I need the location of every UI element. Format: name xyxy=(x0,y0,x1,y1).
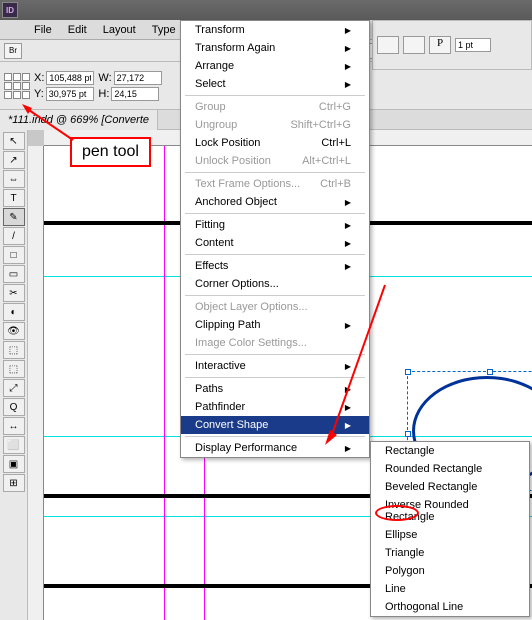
submenu-item-line[interactable]: Line xyxy=(371,580,529,598)
menu-layout[interactable]: Layout xyxy=(95,20,144,40)
submenu-arrow-icon: ▶ xyxy=(345,221,351,230)
menu-separator xyxy=(185,254,365,255)
menu-item-effects[interactable]: Effects▶ xyxy=(181,257,369,275)
menu-item-text-frame-options-: Text Frame Options...Ctrl+B xyxy=(181,175,369,193)
menu-item-unlock-position: Unlock PositionAlt+Ctrl+L xyxy=(181,152,369,170)
rectangle-frame-tool[interactable]: □ xyxy=(3,246,25,264)
menu-file[interactable]: File xyxy=(26,20,60,40)
convert-shape-submenu: RectangleRounded RectangleBeveled Rectan… xyxy=(370,441,530,617)
menu-item-arrange[interactable]: Arrange▶ xyxy=(181,57,369,75)
swap-fill[interactable]: ▣ xyxy=(3,455,25,473)
y-label: Y: xyxy=(34,88,44,100)
menu-type[interactable]: Type xyxy=(144,20,184,40)
view-mode[interactable]: ⊞ xyxy=(3,474,25,492)
submenu-arrow-icon: ▶ xyxy=(345,26,351,35)
submenu-arrow-icon: ▶ xyxy=(345,198,351,207)
submenu-item-orthogonal-line[interactable]: Orthogonal Line xyxy=(371,598,529,616)
annotation-ellipse-circle xyxy=(375,505,419,521)
rectangle-tool[interactable]: ▭ xyxy=(3,265,25,283)
title-bar: ID xyxy=(0,0,532,20)
fill-swatch[interactable] xyxy=(377,36,399,54)
fill-stroke[interactable]: ↔ xyxy=(3,417,25,435)
menu-item-transform[interactable]: Transform▶ xyxy=(181,21,369,39)
gradient-tool[interactable]: ◐ xyxy=(3,303,25,321)
submenu-item-polygon[interactable]: Polygon xyxy=(371,562,529,580)
bridge-icon[interactable]: Br xyxy=(4,43,22,59)
menu-item-select[interactable]: Select▶ xyxy=(181,75,369,93)
submenu-arrow-icon: ▶ xyxy=(345,239,351,248)
x-input[interactable] xyxy=(46,71,94,85)
eyedropper-tool[interactable]: ⬚ xyxy=(3,341,25,359)
direct-selection-tool[interactable]: ↗ xyxy=(3,151,25,169)
note-tool[interactable]: 👁 xyxy=(3,322,25,340)
stroke-swatch[interactable] xyxy=(403,36,425,54)
ruler-vertical[interactable] xyxy=(28,146,44,620)
h-input[interactable] xyxy=(111,87,159,101)
menu-separator xyxy=(185,95,365,96)
submenu-item-triangle[interactable]: Triangle xyxy=(371,544,529,562)
annotation-pen-tool: pen tool xyxy=(70,137,151,167)
menu-item-transform-again[interactable]: Transform Again▶ xyxy=(181,39,369,57)
w-label: W: xyxy=(98,72,111,84)
para-style-icon[interactable]: P xyxy=(429,36,451,54)
menu-item-content[interactable]: Content▶ xyxy=(181,234,369,252)
menu-edit[interactable]: Edit xyxy=(60,20,95,40)
reference-point[interactable] xyxy=(4,73,30,99)
pen-tool[interactable]: ✎ xyxy=(3,208,25,226)
right-panel: P xyxy=(372,20,532,70)
submenu-item-ellipse[interactable]: Ellipse xyxy=(371,526,529,544)
submenu-arrow-icon: ▶ xyxy=(345,80,351,89)
arrow-to-pen-tool xyxy=(18,100,78,145)
submenu-item-rounded-rectangle[interactable]: Rounded Rectangle xyxy=(371,460,529,478)
y-input[interactable] xyxy=(46,87,94,101)
hand-tool[interactable]: ⤢ xyxy=(3,379,25,397)
toolbox: ↖↗⇔T✎/□▭✂◐👁⬚⬚⤢Q↔⬜▣⊞ xyxy=(0,130,28,620)
menu-item-ungroup: UngroupShift+Ctrl+G xyxy=(181,116,369,134)
x-label: X: xyxy=(34,72,44,84)
guide[interactable] xyxy=(164,146,165,620)
h-label: H: xyxy=(98,88,109,100)
menu-item-group: GroupCtrl+G xyxy=(181,98,369,116)
gap-tool[interactable]: ⇔ xyxy=(3,170,25,188)
w-input[interactable] xyxy=(114,71,162,85)
measure-tool[interactable]: ⬚ xyxy=(3,360,25,378)
line-tool[interactable]: / xyxy=(3,227,25,245)
arrow-to-convert-shape xyxy=(310,280,390,450)
menu-item-fitting[interactable]: Fitting▶ xyxy=(181,216,369,234)
submenu-arrow-icon: ▶ xyxy=(345,262,351,271)
menu-item-lock-position[interactable]: Lock PositionCtrl+L xyxy=(181,134,369,152)
scissors-tool[interactable]: ✂ xyxy=(3,284,25,302)
submenu-item-rectangle[interactable]: Rectangle xyxy=(371,442,529,460)
default-fill[interactable]: ⬜ xyxy=(3,436,25,454)
type-tool[interactable]: T xyxy=(3,189,25,207)
submenu-arrow-icon: ▶ xyxy=(345,62,351,71)
menu-item-anchored-object[interactable]: Anchored Object▶ xyxy=(181,193,369,211)
stroke-weight[interactable] xyxy=(455,38,491,52)
menu-separator xyxy=(185,172,365,173)
app-logo: ID xyxy=(2,2,18,18)
menu-separator xyxy=(185,213,365,214)
submenu-item-beveled-rectangle[interactable]: Beveled Rectangle xyxy=(371,478,529,496)
zoom-tool[interactable]: Q xyxy=(3,398,25,416)
submenu-arrow-icon: ▶ xyxy=(345,44,351,53)
